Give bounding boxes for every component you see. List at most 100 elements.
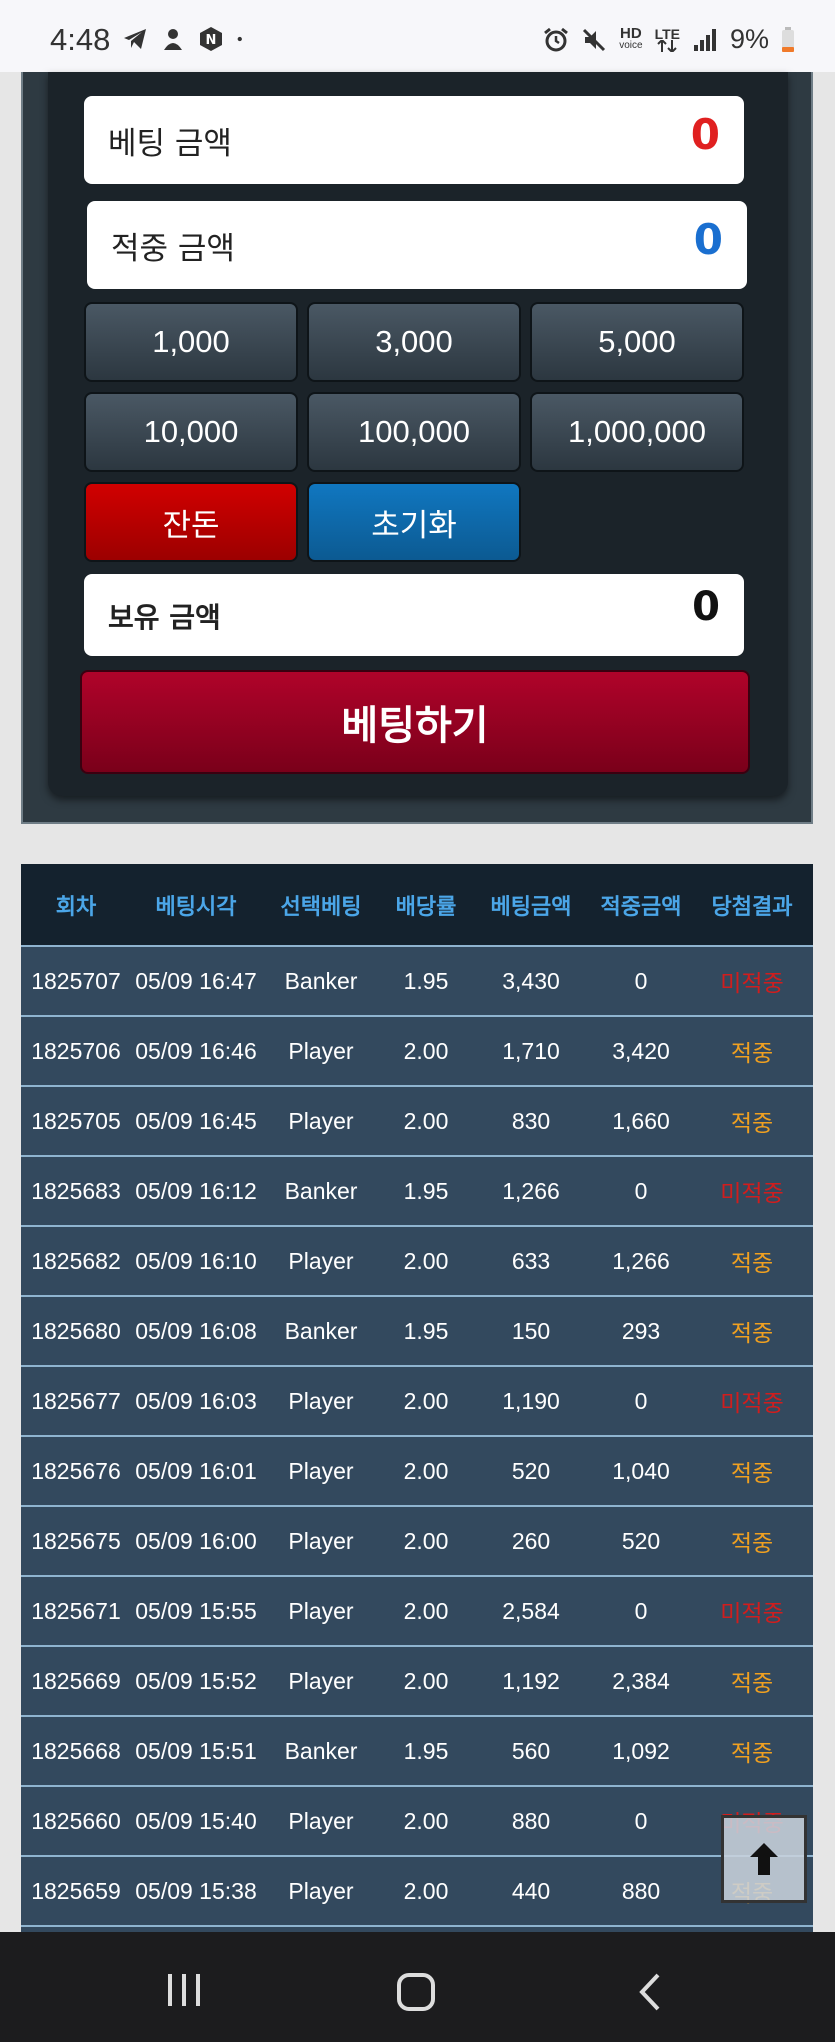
table-row: 1825705 05/09 16:45 Player 2.00 830 1,660 적중 [21, 1087, 813, 1157]
app-notification-icon [164, 29, 182, 50]
bet-amount-cell: 3,430 [502, 967, 560, 994]
bet-time-cell: 05/09 16:01 [135, 1457, 257, 1484]
n-badge-icon: N [200, 27, 222, 51]
bet-amount-cell: 150 [511, 1317, 551, 1344]
chip-3000-button[interactable]: 3,000 [307, 302, 521, 382]
arrow-up-icon [750, 1843, 778, 1875]
back-icon[interactable] [636, 1972, 664, 2012]
bet-choice-cell: Banker [284, 1737, 358, 1764]
svg-text:N: N [206, 33, 217, 48]
column-header: 선택베팅 [280, 894, 362, 920]
place-bet-button[interactable]: 베팅하기 [80, 670, 750, 774]
bet-time-cell: 05/09 16:12 [135, 1177, 257, 1204]
home-icon[interactable] [396, 1972, 436, 2012]
odds-cell: 2.00 [403, 1387, 449, 1414]
bet-time-cell: 05/09 15:40 [135, 1807, 257, 1834]
odds-cell: 2.00 [403, 1457, 449, 1484]
mute-icon [583, 28, 606, 51]
more-dot-icon [237, 36, 242, 42]
bet-amount-cell: 880 [511, 1807, 551, 1834]
round-cell: 1825660 [31, 1807, 121, 1834]
bet-time-cell: 05/09 16:47 [135, 967, 257, 994]
round-cell: 1825705 [31, 1107, 121, 1134]
result-cell: 적중 [730, 1111, 774, 1137]
table-body: 1825707 05/09 16:47 Banker 1.95 3,430 0 미적중 182… [21, 947, 813, 1927]
result-cell: 적중 [730, 1671, 774, 1697]
round-cell: 1825659 [31, 1877, 121, 1904]
win-amount-cell: 1,266 [612, 1247, 670, 1274]
bet-choice-cell: Player [288, 1877, 354, 1904]
bet-amount-cell: 633 [511, 1247, 551, 1274]
bet-time-cell: 05/09 15:38 [135, 1877, 257, 1904]
telegram-icon [124, 29, 146, 49]
odds-cell: 2.00 [403, 1107, 449, 1134]
bet-time-cell: 05/09 15:55 [135, 1597, 257, 1624]
chip-10000-button[interactable]: 10,000 [84, 392, 298, 472]
round-cell: 1825668 [31, 1737, 121, 1764]
result-cell: 미적중 [720, 1601, 784, 1627]
bet-choice-cell: Banker [284, 1177, 358, 1204]
signal-icon [693, 28, 716, 51]
result-cell: 적중 [730, 1461, 774, 1487]
odds-cell: 2.00 [403, 1247, 449, 1274]
column-header: 배당률 [395, 894, 457, 920]
bet-choice-cell: Player [288, 1807, 354, 1834]
win-amount-cell: 0 [634, 1597, 648, 1624]
column-header: 당첨결과 [711, 894, 793, 920]
result-cell: 적중 [730, 1321, 774, 1347]
table-row: 1825706 05/09 16:46 Player 2.00 1,710 3,420 적중 [21, 1017, 813, 1087]
result-cell: 미적중 [720, 1391, 784, 1417]
recents-icon[interactable] [164, 1972, 204, 2008]
scroll-to-top-button[interactable] [721, 1815, 807, 1903]
column-header: 회차 [55, 894, 97, 920]
bet-amount-cell: 560 [511, 1737, 551, 1764]
bet-time-cell: 05/09 16:03 [135, 1387, 257, 1414]
bet-time-cell: 05/09 16:10 [135, 1247, 257, 1274]
win-amount-cell: 880 [621, 1877, 661, 1904]
odds-cell: 2.00 [403, 1527, 449, 1554]
table-header: 회차 베팅시각 선택베팅 배당률 베팅금액 적중금액 당첨결과 [21, 864, 813, 947]
bet-amount-cell: 520 [511, 1457, 551, 1484]
table-row: 1825677 05/09 16:03 Player 2.00 1,190 0 미적중 [21, 1367, 813, 1437]
reset-button[interactable]: 초기화 [307, 482, 521, 562]
bet-time-cell: 05/09 16:45 [135, 1107, 257, 1134]
win-amount-cell: 520 [621, 1527, 661, 1554]
bet-choice-cell: Player [288, 1597, 354, 1624]
odds-cell: 1.95 [403, 1737, 449, 1764]
odds-cell: 1.95 [403, 1177, 449, 1204]
chip-1000000-button[interactable]: 1,000,000 [530, 392, 744, 472]
win-amount-cell: 293 [621, 1317, 661, 1344]
table-row: 1825682 05/09 16:10 Player 2.00 633 1,266 적중 [21, 1227, 813, 1297]
bet-amount-value: 0 [690, 110, 720, 159]
table-row: 1825668 05/09 15:51 Banker 1.95 560 1,092 적중 [21, 1717, 813, 1787]
win-amount-cell: 1,092 [612, 1737, 670, 1764]
chip-100000-button[interactable]: 100,000 [307, 392, 521, 472]
bet-panel: 베팅 금액 0 적중 금액 0 1,000 3,000 5,000 10,000… [21, 72, 813, 824]
table-row: 1825676 05/09 16:01 Player 2.00 520 1,040 적중 [21, 1437, 813, 1507]
bet-time-cell: 05/09 15:51 [135, 1737, 257, 1764]
remainder-button[interactable]: 잔돈 [84, 482, 298, 562]
round-cell: 1825683 [31, 1177, 121, 1204]
table-row: 1825680 05/09 16:08 Banker 1.95 150 293 적중 [21, 1297, 813, 1367]
chip-1000-button[interactable]: 1,000 [84, 302, 298, 382]
column-header: 적중금액 [600, 894, 682, 920]
bet-form: 베팅 금액 0 적중 금액 0 1,000 3,000 5,000 10,000… [48, 72, 788, 796]
notification-icons: N [122, 26, 250, 52]
result-cell: 미적중 [720, 1181, 784, 1207]
bet-choice-cell: Banker [284, 1317, 358, 1344]
data-arrows-icon [657, 39, 677, 52]
bet-amount-cell: 830 [511, 1107, 551, 1134]
result-cell: 적중 [730, 1741, 774, 1767]
alarm-icon [544, 27, 569, 51]
odds-cell: 2.00 [403, 1807, 449, 1834]
chip-5000-button[interactable]: 5,000 [530, 302, 744, 382]
table-row: 1825675 05/09 16:00 Player 2.00 260 520 적중 [21, 1507, 813, 1577]
round-cell: 1825706 [31, 1037, 121, 1064]
bet-amount-cell: 1,710 [502, 1037, 560, 1064]
win-amount-value: 0 [693, 215, 723, 264]
result-cell: 적중 [730, 1041, 774, 1067]
win-amount-cell: 2,384 [612, 1667, 670, 1694]
round-cell: 1825682 [31, 1247, 121, 1274]
bet-choice-cell: Player [288, 1107, 354, 1134]
hd-voice-indicator: HD voice [619, 24, 643, 51]
